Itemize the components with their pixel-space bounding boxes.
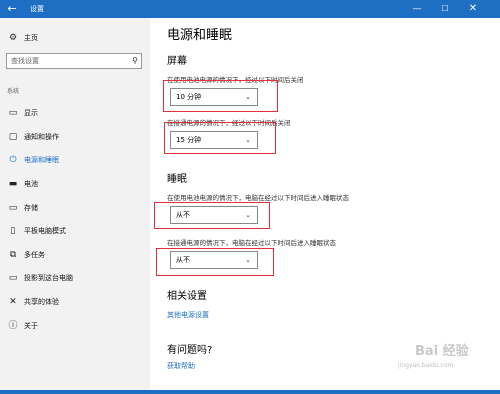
battery-icon: ▬ [8,179,18,189]
chevron-down-icon: ⌄ [245,136,251,144]
other-power-settings-link[interactable]: 其他电源设置 [167,310,209,320]
sidebar-item-label: 电池 [24,180,38,188]
section-heading-help: 有问题吗? [167,345,213,356]
search-placeholder: 查找设置 [11,57,39,65]
sidebar-item-label: 投影到这台电脑 [24,274,73,282]
sidebar-item-home[interactable]: ⚙ 主页 [0,27,150,49]
section-heading-related: 相关设置 [167,291,207,302]
dropdown-value: 从不 [176,256,190,264]
chevron-down-icon: ⌄ [245,256,251,264]
sidebar-item-label: 通知和操作 [24,133,59,141]
main-content: 电源和睡眠 屏幕 在使用电池电源的情况下，经过以下时间后关闭 10 分钟 ⌄ 在… [150,18,500,394]
sidebar-item-label: 主页 [24,34,38,42]
sidebar-item-shared-experiences[interactable]: ✕ 共享的体验 [0,291,150,313]
chevron-down-icon: ⌄ [245,211,251,219]
sidebar-item-label: 电源和睡眠 [24,156,59,164]
title-bar: ← 设置 — ☐ ✕ [0,0,500,18]
sidebar-item-label: 共享的体验 [24,298,59,306]
group-label: 系统 [7,88,20,95]
maximize-icon[interactable]: ☐ [437,1,453,17]
chevron-down-icon: ⌄ [245,93,251,101]
notification-icon: ▢ [8,132,18,142]
watermark-logo: Bai 经验 [415,344,469,359]
display-icon: ▭ [8,108,18,118]
sidebar-item-display[interactable]: ▭ 显示 [0,102,150,124]
sidebar-item-notifications[interactable]: ▢ 通知和操作 [0,126,150,148]
dropdown-value: 从不 [176,211,190,219]
sidebar-item-power-sleep[interactable]: ⏻ 电源和睡眠 [0,149,150,171]
sidebar-item-label: 存储 [24,204,38,212]
tablet-icon: ▯ [10,226,16,236]
search-input[interactable]: 查找设置 ⚲ [6,53,142,69]
share-icon: ✕ [9,297,17,307]
section-heading-sleep: 睡眠 [167,174,187,185]
bottom-edge [0,390,500,394]
sidebar-item-project[interactable]: ▭ 投影到这台电脑 [0,267,150,289]
storage-icon: ▭ [8,203,18,213]
minimize-icon[interactable]: — [409,1,425,17]
gear-icon: ⚙ [8,33,18,43]
sidebar-item-label: 关于 [24,322,38,330]
sidebar-item-battery[interactable]: ▬ 电池 [0,173,150,195]
sidebar-item-tablet-mode[interactable]: ▯ 平板电脑模式 [0,220,150,242]
sleep-battery-dropdown[interactable]: 从不 ⌄ [170,206,258,224]
screen-plugged-dropdown[interactable]: 15 分钟 ⌄ [170,131,258,149]
back-arrow-icon[interactable]: ← [5,2,19,16]
get-help-link[interactable]: 获取帮助 [167,361,195,371]
section-heading-screen: 屏幕 [167,56,187,67]
dropdown-value: 10 分钟 [176,93,202,101]
screen-battery-dropdown[interactable]: 10 分钟 ⌄ [170,88,258,106]
sidebar-item-storage[interactable]: ▭ 存储 [0,197,150,219]
window-title: 设置 [30,5,44,13]
sidebar-item-label: 显示 [24,109,38,117]
multitask-icon: ⧉ [9,250,17,260]
sidebar-item-multitasking[interactable]: ⧉ 多任务 [0,244,150,266]
sidebar: ⚙ 主页 查找设置 ⚲ 系统 ▭ 显示 ▢ 通知和操作 ⏻ 电源和睡眠 ▬ 电池… [0,18,150,394]
search-icon: ⚲ [132,56,138,65]
sleep-plugged-dropdown[interactable]: 从不 ⌄ [170,251,258,269]
close-icon[interactable]: ✕ [465,1,481,17]
sidebar-item-label: 多任务 [24,251,45,259]
info-icon: ⓘ [8,321,18,331]
page-title: 电源和睡眠 [167,28,233,43]
project-icon: ▭ [8,273,18,283]
sleep-plugged-desc: 在接通电源的情况下，电脑在经过以下时间后进入睡眠状态 [167,239,336,247]
power-icon: ⏻ [9,155,17,165]
sidebar-item-label: 平板电脑模式 [24,227,66,235]
dropdown-value: 15 分钟 [176,136,202,144]
sidebar-item-about[interactable]: ⓘ 关于 [0,315,150,337]
watermark-url: jingyan.baidu.com [398,362,454,369]
